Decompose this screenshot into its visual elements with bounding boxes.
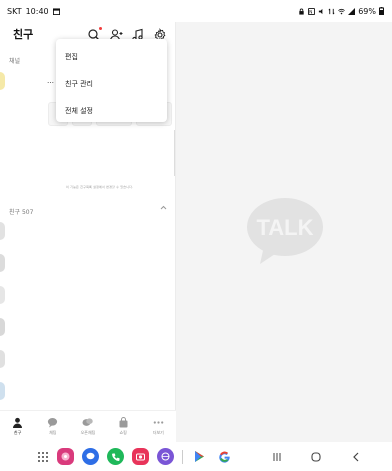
chat-bubble-icon — [48, 418, 58, 428]
person-icon — [13, 417, 23, 428]
data-icon — [328, 8, 335, 14]
dock-separator — [182, 449, 183, 464]
tab-label: 쇼핑 — [119, 430, 127, 435]
carousel-edge — [174, 130, 175, 176]
more-icon — [153, 421, 164, 424]
menu-item-edit[interactable]: 편집 — [56, 43, 167, 70]
friend-avatar[interactable] — [0, 286, 5, 304]
tab-label: 더보기 — [152, 430, 164, 435]
status-right: N 69% — [298, 7, 384, 16]
apps-grid-icon[interactable] — [37, 451, 49, 463]
bottom-tab-bar: 친구 채팅 오픈채팅 쇼핑 더보기 — [0, 410, 176, 442]
friend-list-notice: 이 기능은 친구목록 설정에서 변경할 수 있습니다. — [66, 185, 134, 189]
camera-icon[interactable] — [132, 448, 149, 465]
lock-icon — [299, 8, 304, 15]
mute-icon — [319, 8, 323, 14]
tab-label: 친구 — [13, 430, 22, 435]
friend-avatar[interactable] — [0, 318, 5, 336]
screen: SKT 10:40 N 69% 친구 채널 … 이 기능은 친구목록 설정에서 … — [0, 0, 392, 471]
channel-avatar[interactable] — [0, 72, 5, 90]
friend-avatar[interactable] — [0, 350, 5, 368]
status-left: SKT 10:40 — [7, 7, 60, 16]
tab-chats[interactable]: 채팅 — [38, 417, 68, 436]
wifi-icon — [338, 8, 346, 14]
clock: 10:40 — [25, 6, 49, 16]
tab-label: 채팅 — [49, 430, 57, 435]
tab-shopping[interactable]: 쇼핑 — [108, 417, 138, 436]
friend-avatar[interactable] — [0, 254, 5, 272]
talk-logo-text: TALK — [256, 215, 313, 240]
open-chat-icon — [82, 418, 94, 426]
shopping-bag-icon — [119, 417, 128, 428]
tab-friends[interactable]: 친구 — [3, 417, 33, 436]
home-icon[interactable] — [310, 451, 322, 463]
page-title: 친구 — [13, 28, 34, 41]
recent-apps-icon[interactable] — [271, 451, 283, 463]
talk-logo-icon: TALK — [247, 198, 323, 264]
channel-section-label: 채널 — [9, 58, 21, 65]
status-bar: SKT 10:40 N 69% — [0, 0, 392, 22]
battery-percent: 69% — [358, 6, 376, 16]
friends-section-label: 친구 507 — [9, 209, 34, 216]
menu-item-manage-friends[interactable]: 친구 관리 — [56, 70, 167, 97]
messages-icon[interactable] — [82, 448, 99, 465]
notification-dot — [99, 27, 102, 30]
tab-more[interactable]: 더보기 — [143, 417, 173, 436]
tab-label: 오픈채팅 — [80, 430, 96, 435]
app-dock — [37, 448, 233, 465]
internet-icon[interactable] — [157, 448, 174, 465]
friend-avatar[interactable] — [0, 222, 5, 240]
calendar-icon — [52, 7, 60, 15]
back-icon[interactable] — [350, 451, 362, 463]
nfc-icon: N — [308, 7, 316, 15]
google-icon[interactable] — [216, 448, 233, 465]
play-store-icon[interactable] — [191, 448, 208, 465]
settings-dropdown-menu: 편집 친구 관리 전체 설정 — [56, 39, 167, 122]
kakaotalk-pane: 친구 채널 … 이 기능은 친구목록 설정에서 변경할 수 있습니다. 친구 5… — [0, 22, 176, 442]
chevron-up-icon[interactable] — [160, 205, 167, 210]
battery-icon — [379, 7, 384, 15]
phone-icon[interactable] — [107, 448, 124, 465]
menu-item-all-settings[interactable]: 전체 설정 — [56, 97, 167, 124]
signal-icon — [348, 7, 356, 15]
tab-open-chat[interactable]: 오픈채팅 — [73, 417, 103, 436]
channel-snippet: … — [47, 77, 54, 85]
svg-text:N: N — [309, 9, 312, 15]
friend-avatar[interactable] — [0, 382, 5, 400]
carrier-label: SKT — [7, 6, 22, 16]
blossom-app-icon[interactable] — [57, 448, 74, 465]
